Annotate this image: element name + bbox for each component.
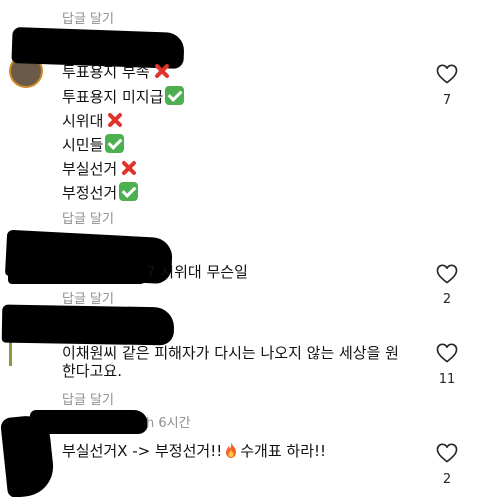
redacted-username	[30, 410, 148, 434]
comment-line: 시위대	[62, 110, 124, 132]
comment-text-line2: 한다고요.	[62, 362, 122, 380]
check-mark-icon	[165, 86, 185, 105]
like-count: 11	[438, 372, 456, 387]
comment-line: 시민들	[62, 134, 125, 156]
check-mark-icon	[119, 182, 139, 201]
username[interactable]: h	[146, 416, 154, 431]
reply-button[interactable]: 답글 달기	[62, 389, 114, 408]
timestamp: 6시간	[158, 416, 191, 431]
heart-icon[interactable]	[436, 443, 458, 463]
comment-line: 부정선거	[62, 182, 139, 204]
heart-icon[interactable]	[436, 64, 458, 84]
cross-mark-icon	[120, 159, 138, 177]
cross-mark-icon	[153, 62, 171, 80]
fire-icon	[226, 442, 237, 458]
cross-mark-icon	[106, 111, 124, 129]
reply-button[interactable]: 답글 달기	[62, 208, 114, 227]
comment-line: 부실선거	[62, 158, 138, 180]
heart-icon[interactable]	[436, 264, 458, 284]
comment-line: 투표용지 미지급	[62, 86, 185, 108]
reply-button[interactable]: 답글 달기	[62, 288, 114, 307]
like-count: 2	[442, 472, 452, 487]
redacted-content	[8, 262, 148, 284]
like-count: 7	[442, 93, 452, 108]
comment-text: 부실선거X -> 부정선거!! 수개표 하라!!	[62, 442, 327, 460]
comment-text: 7 시위대 무슨일	[146, 263, 248, 281]
redacted-username	[1, 304, 175, 346]
comment-meta: h 6시간	[146, 416, 191, 432]
check-mark-icon	[105, 134, 125, 153]
like-count: 2	[442, 292, 452, 307]
heart-icon[interactable]	[436, 343, 458, 363]
reply-button[interactable]: 답글 달기	[62, 8, 114, 27]
comment-line: 투표용지 부족	[62, 61, 171, 83]
